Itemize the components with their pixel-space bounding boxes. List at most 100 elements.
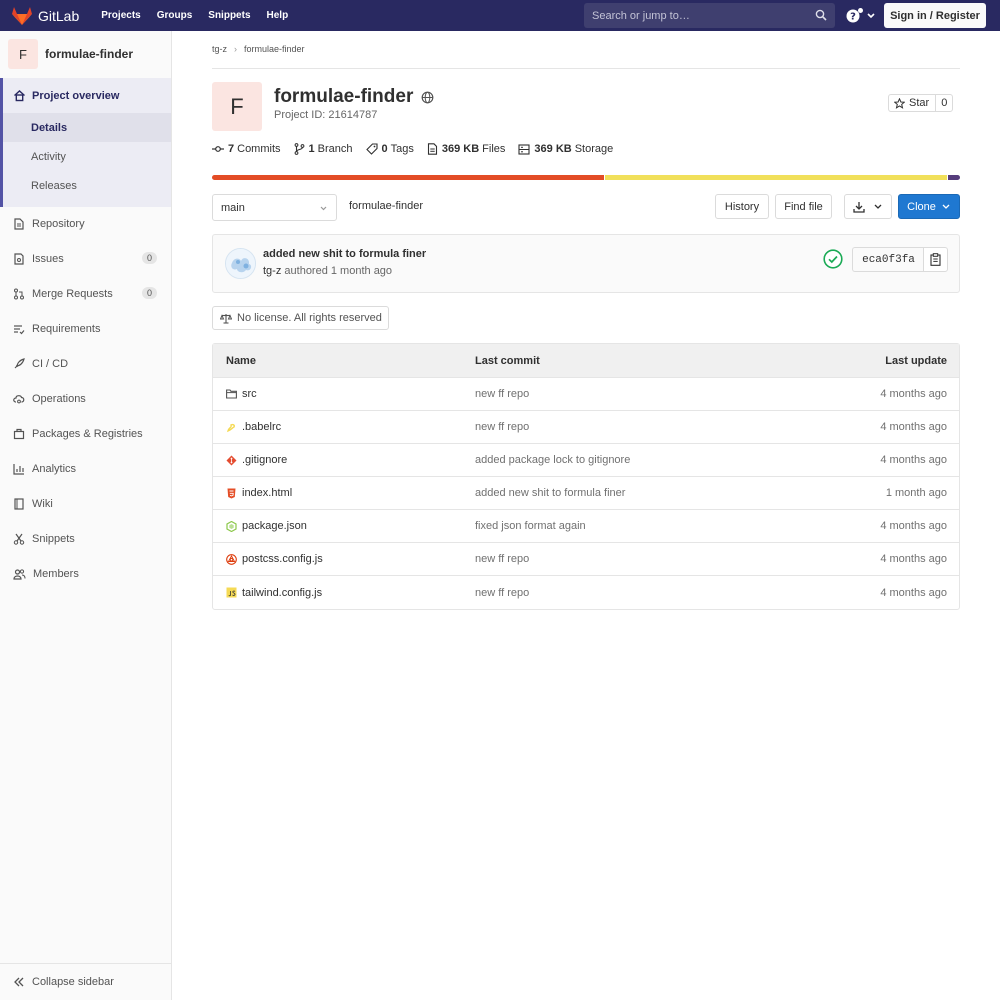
last-commit-link[interactable]: new ff repo [475, 411, 529, 443]
star-label: Star [909, 97, 930, 109]
chart-icon [13, 463, 24, 475]
column-header-last-update: Last update [885, 354, 947, 367]
commit-sha[interactable]: eca0f3fa [852, 247, 924, 272]
language-bar-segment[interactable] [604, 175, 948, 180]
sidebar-item-label: Snippets [32, 532, 75, 545]
gitlab-logo[interactable]: GitLab [12, 0, 79, 31]
column-header-name: Name [226, 354, 256, 367]
help-dropdown[interactable]: ? [846, 8, 876, 24]
nodejs-icon [226, 520, 237, 532]
sidebar-item-label: Requirements [32, 322, 101, 335]
file-name-link[interactable]: .babelrc [242, 421, 281, 433]
last-commit-link[interactable]: added package lock to gitignore [475, 444, 630, 476]
main-nav: Projects Groups Snippets Help [101, 10, 304, 21]
rocket-icon [14, 357, 25, 368]
stat-files[interactable]: 369 KB Files [427, 143, 505, 155]
find-file-button[interactable]: Find file [775, 194, 832, 219]
file-name-link[interactable]: tailwind.config.js [242, 587, 322, 599]
sidebar-subitem-details[interactable]: Details [3, 113, 171, 142]
breadcrumb-project[interactable]: formulae-finder [244, 44, 305, 54]
last-update-time: 1 month ago [885, 487, 947, 499]
tanuki-icon [12, 6, 32, 25]
last-commit-link[interactable]: new ff repo [475, 378, 529, 410]
table-row[interactable]: .gitignore added package lock to gitigno… [213, 444, 959, 477]
brand-name: GitLab [38, 7, 80, 24]
branch-select[interactable]: main [212, 194, 337, 221]
table-row[interactable]: postcss.config.js new ff repo 4 months a… [213, 543, 959, 576]
identicon-icon [226, 249, 255, 278]
nav-groups[interactable]: Groups [157, 10, 193, 21]
sidebar-item-analytics[interactable]: Analytics [0, 451, 171, 486]
requirements-icon [14, 324, 25, 334]
table-row[interactable]: .babelrc new ff repo 4 months ago [213, 411, 959, 444]
project-stats: 7 Commits 1 Branch 0 Tags 369 KB Files 369 K… [212, 143, 626, 155]
sidebar-item-snippets[interactable]: Snippets [0, 521, 171, 556]
search-icon[interactable] [815, 9, 827, 21]
repo-path[interactable]: formulae-finder [349, 200, 423, 212]
git-icon [226, 455, 237, 465]
nav-help[interactable]: Help [267, 10, 289, 21]
last-commit-link[interactable]: new ff repo [475, 576, 529, 609]
last-update-time: 4 months ago [880, 454, 947, 466]
file-name-link[interactable]: .gitignore [242, 454, 287, 466]
table-row[interactable]: src new ff repo 4 months ago [213, 378, 959, 411]
download-dropdown[interactable] [844, 194, 892, 219]
stat-branches[interactable]: 1 Branch [294, 143, 353, 155]
sidebar-subitem-releases[interactable]: Releases [3, 171, 171, 200]
sidebar-item-packages[interactable]: Packages & Registries [0, 416, 171, 451]
star-button[interactable]: Star [889, 95, 937, 111]
sidebar-item-label: Wiki [32, 497, 53, 510]
stat-label: Commits [237, 143, 281, 155]
last-commit-link[interactable]: new ff repo [475, 543, 529, 575]
commit-author-link[interactable]: tg-z [263, 265, 281, 277]
last-commit-link[interactable]: fixed json format again [475, 510, 586, 542]
project-overview-group: Project overview Details Activity Releas… [0, 78, 171, 207]
clone-dropdown[interactable]: Clone [898, 194, 960, 219]
sidebar-item-merge-requests[interactable]: Merge Requests 0 [0, 276, 171, 311]
sidebar-item-wiki[interactable]: Wiki [0, 486, 171, 521]
sidebar-item-ci-cd[interactable]: CI / CD [0, 346, 171, 381]
last-commit-link[interactable]: added new shit to formula finer [475, 477, 625, 509]
copy-sha-button[interactable] [923, 247, 948, 272]
avatar[interactable] [225, 248, 256, 279]
pipeline-passed-icon[interactable] [823, 249, 843, 269]
table-row[interactable]: tailwind.config.js new ff repo 4 months … [213, 576, 959, 609]
issues-icon [14, 252, 24, 265]
commit-title-link[interactable]: added new shit to formula finer [263, 248, 426, 260]
sidebar-item-requirements[interactable]: Requirements [0, 311, 171, 346]
collapse-sidebar-button[interactable]: Collapse sidebar [0, 963, 171, 1000]
language-bar-segment[interactable] [948, 175, 960, 180]
nav-projects[interactable]: Projects [101, 10, 140, 21]
sidebar-item-operations[interactable]: Operations [0, 381, 171, 416]
stat-commits[interactable]: 7 Commits [212, 143, 281, 155]
tag-icon [365, 143, 378, 155]
sidebar-item-members[interactable]: Members [0, 556, 171, 591]
star-count[interactable]: 0 [936, 95, 952, 111]
language-bar-segment[interactable] [212, 175, 604, 180]
search-input[interactable] [592, 9, 807, 22]
license-button[interactable]: No license. All rights reserved [212, 306, 389, 330]
stat-value: 7 [228, 143, 235, 155]
sidebar-subitem-activity[interactable]: Activity [3, 142, 171, 171]
sidebar-item-project-overview[interactable]: Project overview [3, 78, 171, 113]
file-tree-table: Name Last commit Last update src new ff … [212, 343, 960, 610]
history-button[interactable]: History [715, 194, 769, 219]
sidebar-project-header[interactable]: F formulae-finder [0, 31, 171, 77]
sidebar-item-issues[interactable]: Issues 0 [0, 241, 171, 276]
breadcrumb: tg-z › formulae-finder [212, 44, 305, 54]
file-name-link[interactable]: package.json [242, 520, 307, 532]
table-row[interactable]: index.html added new shit to formula fin… [213, 477, 959, 510]
last-update-time: 4 months ago [880, 421, 947, 433]
table-row[interactable]: package.json fixed json format again 4 m… [213, 510, 959, 543]
table-header: Name Last commit Last update [213, 344, 959, 378]
sidebar-item-repository[interactable]: Repository [0, 206, 171, 241]
breadcrumb-namespace[interactable]: tg-z [212, 44, 227, 54]
nav-snippets[interactable]: Snippets [208, 10, 250, 21]
file-name-link[interactable]: index.html [242, 487, 292, 499]
stat-storage[interactable]: 369 KB Storage [518, 143, 613, 155]
sidebar-item-label: Issues [32, 252, 64, 265]
stat-tags[interactable]: 0 Tags [365, 143, 414, 155]
signin-button[interactable]: Sign in / Register [884, 3, 986, 28]
file-name-link[interactable]: src [242, 388, 257, 400]
file-name-link[interactable]: postcss.config.js [242, 553, 323, 565]
